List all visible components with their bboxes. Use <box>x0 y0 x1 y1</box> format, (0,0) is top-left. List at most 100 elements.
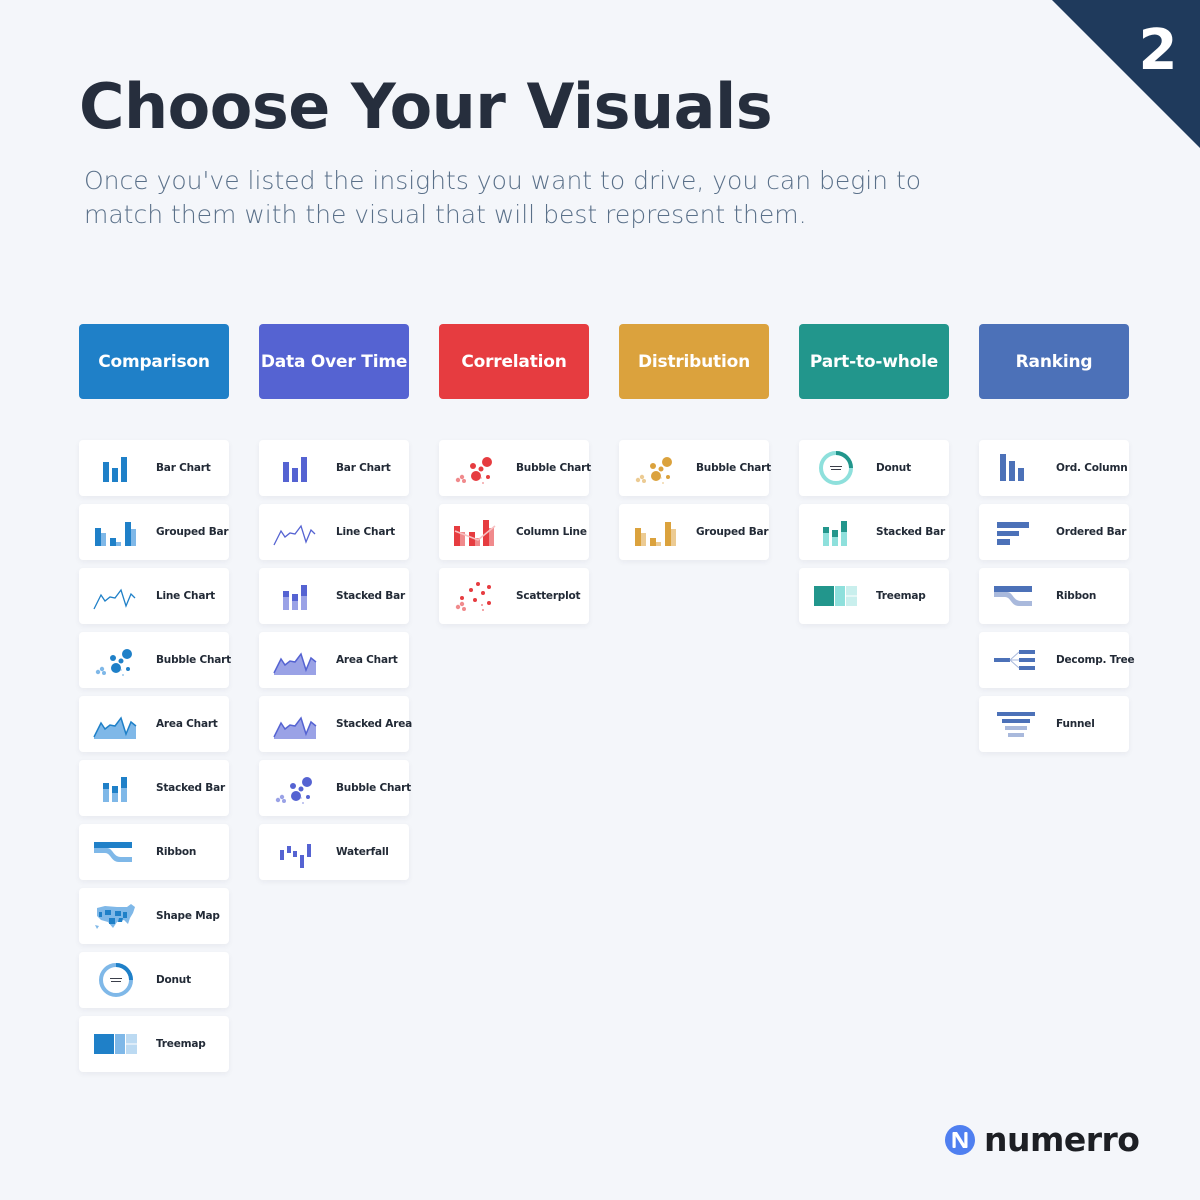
area-chart-icon <box>91 706 141 742</box>
category-header[interactable]: Data Over Time <box>259 324 409 399</box>
visual-card-label: Bubble Chart <box>156 654 231 666</box>
visual-card-label: Stacked Bar <box>336 590 405 602</box>
category-header[interactable]: Correlation <box>439 324 589 399</box>
category-column-data-over-time: Data Over Time Bar Chart Line Chart Stacked… <box>259 324 412 1072</box>
visual-card[interactable]: Bar Chart <box>259 440 409 496</box>
visual-card-label: Bar Chart <box>336 462 391 474</box>
column-line-icon <box>451 514 501 550</box>
visual-list: Bar Chart Grouped Bar Line Chart Bubble Cha… <box>79 440 231 1072</box>
category-column-ranking: Ranking Ord. Column Ordered Bar Ribbon Decom… <box>979 324 1135 1072</box>
visual-card-label: Ribbon <box>156 846 197 858</box>
visual-card[interactable]: Column Line <box>439 504 589 560</box>
bubble-chart-icon <box>271 770 321 806</box>
category-column-correlation: Correlation Bubble Chart Column Line Scatte… <box>439 324 591 1072</box>
category-header[interactable]: Ranking <box>979 324 1129 399</box>
visual-card-label: Treemap <box>156 1038 206 1050</box>
visual-card-label: Funnel <box>1056 718 1095 730</box>
visual-card[interactable]: Donut <box>799 440 949 496</box>
bubble-chart-icon <box>91 642 141 678</box>
decomposition-tree-icon <box>991 642 1041 678</box>
visual-card[interactable]: Bubble Chart <box>259 760 411 816</box>
visual-card[interactable]: Line Chart <box>259 504 409 560</box>
visual-card[interactable]: Stacked Bar <box>259 568 409 624</box>
visual-card[interactable]: Stacked Bar <box>799 504 949 560</box>
visual-card[interactable]: Scatterplot <box>439 568 589 624</box>
visual-card[interactable]: Ribbon <box>979 568 1129 624</box>
grouped-bar-icon <box>631 514 681 550</box>
shape-map-icon <box>91 898 141 934</box>
visual-categories: Comparison Bar Chart Grouped Bar Line Chart… <box>79 324 1135 1072</box>
visual-card-label: Bar Chart <box>156 462 211 474</box>
funnel-icon <box>991 706 1041 742</box>
category-column-part-to-whole: Part-to-whole Donut Stacked Bar Treemap <box>799 324 949 1072</box>
visual-list: Donut Stacked Bar Treemap <box>799 440 949 624</box>
visual-card[interactable]: Bubble Chart <box>439 440 591 496</box>
page-subtitle: Once you've listed the insights you want… <box>84 166 922 229</box>
visual-card-label: Ribbon <box>1056 590 1097 602</box>
stacked-bar-icon <box>271 578 321 614</box>
visual-card[interactable]: Treemap <box>799 568 949 624</box>
scatterplot-icon <box>451 578 501 614</box>
visual-list: Ord. Column Ordered Bar Ribbon Decomp. Tree… <box>979 440 1135 752</box>
ordered-bar-icon <box>991 514 1041 550</box>
category-header[interactable]: Comparison <box>79 324 229 399</box>
line-chart-icon <box>91 578 141 614</box>
area-chart-icon <box>271 642 321 678</box>
visual-card[interactable]: Line Chart <box>79 568 229 624</box>
visual-card-label: Donut <box>156 974 191 986</box>
visual-card[interactable]: Bubble Chart <box>79 632 231 688</box>
visual-card[interactable]: Stacked Bar <box>79 760 229 816</box>
category-header[interactable]: Part-to-whole <box>799 324 949 399</box>
stacked-area-icon <box>271 706 321 742</box>
brand: numerro <box>944 1120 1140 1159</box>
donut-icon <box>91 962 141 998</box>
bubble-chart-icon <box>451 450 501 486</box>
bubble-chart-icon <box>631 450 681 486</box>
visual-card-label: Waterfall <box>336 846 389 858</box>
bar-chart-icon <box>91 450 141 486</box>
visual-card[interactable]: Ord. Column <box>979 440 1129 496</box>
visual-card[interactable]: Donut <box>79 952 229 1008</box>
visual-card[interactable]: Ordered Bar <box>979 504 1129 560</box>
visual-card[interactable]: Bubble Chart <box>619 440 771 496</box>
visual-card-label: Area Chart <box>336 654 398 666</box>
page-number-corner: 2 <box>1052 0 1200 148</box>
visual-card-label: Scatterplot <box>516 590 581 602</box>
visual-card-label: Donut <box>876 462 911 474</box>
visual-card-label: Stacked Bar <box>156 782 225 794</box>
waterfall-icon <box>271 834 321 870</box>
visual-card[interactable]: Ribbon <box>79 824 229 880</box>
visual-card-label: Decomp. Tree <box>1056 654 1135 666</box>
ribbon-icon <box>91 834 141 870</box>
category-header[interactable]: Distribution <box>619 324 769 399</box>
category-column-comparison: Comparison Bar Chart Grouped Bar Line Chart… <box>79 324 231 1072</box>
visual-card-label: Line Chart <box>336 526 396 538</box>
visual-card[interactable]: Grouped Bar <box>79 504 229 560</box>
category-column-distribution: Distribution Bubble Chart Grouped Bar <box>619 324 771 1072</box>
ordered-column-icon <box>991 450 1041 486</box>
visual-card-label: Treemap <box>876 590 926 602</box>
bar-chart-icon <box>271 450 321 486</box>
visual-card-label: Shape Map <box>156 910 220 922</box>
visual-card-label: Bubble Chart <box>336 782 411 794</box>
stacked-bar-icon <box>91 770 141 806</box>
visual-card-label: Ord. Column <box>1056 462 1128 474</box>
visual-card[interactable]: Stacked Area <box>259 696 412 752</box>
visual-list: Bar Chart Line Chart Stacked Bar Area Chart… <box>259 440 412 880</box>
visual-card-label: Ordered Bar <box>1056 526 1127 538</box>
visual-card[interactable]: Area Chart <box>79 696 229 752</box>
visual-card[interactable]: Waterfall <box>259 824 409 880</box>
line-chart-icon <box>271 514 321 550</box>
visual-card[interactable]: Area Chart <box>259 632 409 688</box>
visual-card[interactable]: Funnel <box>979 696 1129 752</box>
visual-card[interactable]: Decomp. Tree <box>979 632 1135 688</box>
visual-card[interactable]: Treemap <box>79 1016 229 1072</box>
visual-card[interactable]: Shape Map <box>79 888 229 944</box>
visual-list: Bubble Chart Grouped Bar <box>619 440 771 560</box>
brand-name: numerro <box>984 1120 1140 1159</box>
visual-card[interactable]: Grouped Bar <box>619 504 769 560</box>
ribbon-icon <box>991 578 1041 614</box>
visual-card-label: Grouped Bar <box>156 526 229 538</box>
visual-card[interactable]: Bar Chart <box>79 440 229 496</box>
page-title: Choose Your Visuals <box>79 70 773 143</box>
